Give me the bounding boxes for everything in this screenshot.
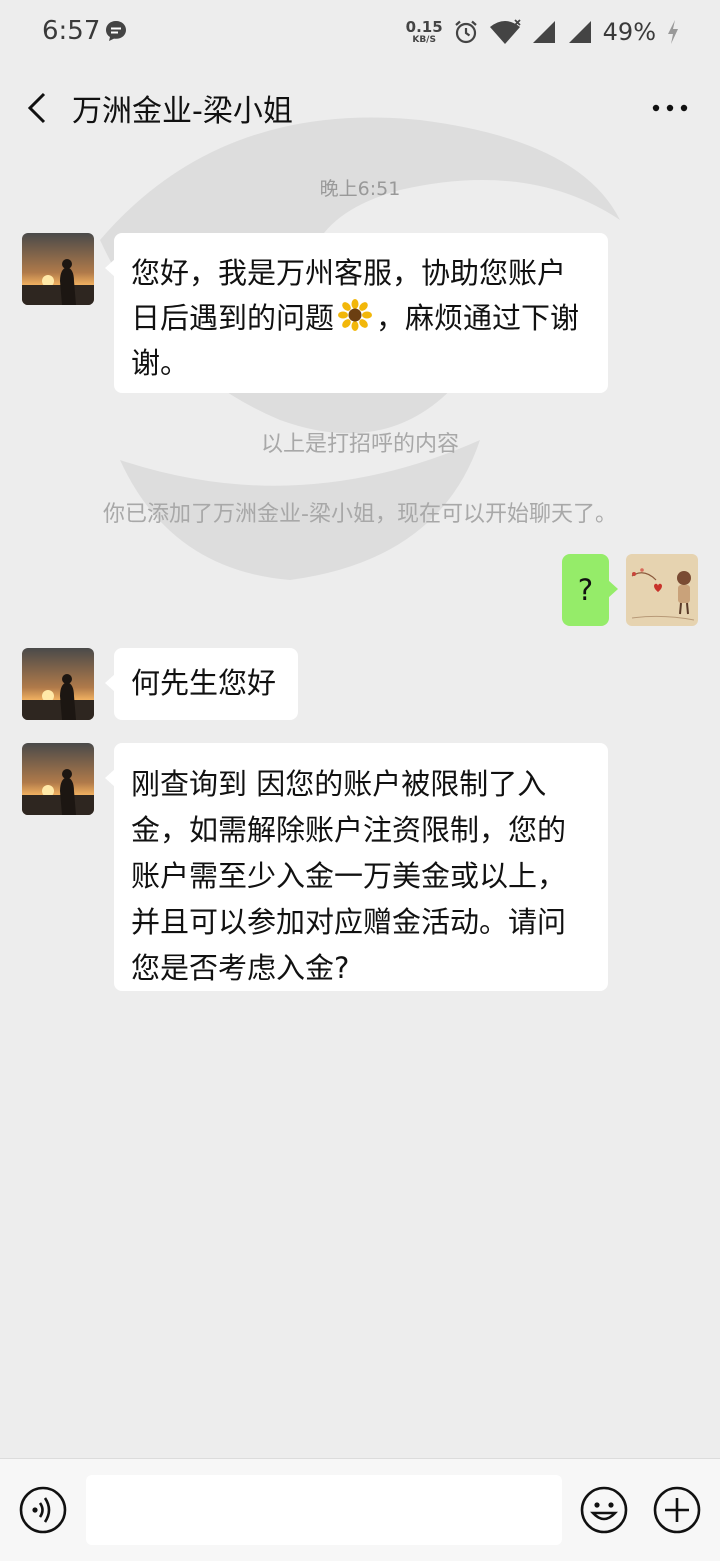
message-bubble-hello[interactable]: 何先生您好	[105, 648, 298, 720]
alarm-icon	[454, 20, 477, 44]
plus-icon[interactable]	[652, 1485, 702, 1535]
avatar[interactable]	[22, 233, 94, 305]
avatar[interactable]	[22, 648, 94, 720]
cartoon-avatar-icon	[626, 554, 698, 626]
sunset-avatar-icon	[22, 233, 94, 305]
time-divider: 晚上6:51	[319, 178, 401, 200]
net-speed: 0.15 KB/S	[405, 17, 443, 45]
message-bubble-sent[interactable]: ?	[562, 554, 618, 626]
sunset-avatar-icon	[22, 648, 94, 720]
sunset-avatar-icon	[22, 743, 94, 815]
battery-percent: 49%	[602, 18, 656, 46]
status-right-group: 0.15 KB/S 49%	[406, 14, 680, 50]
status-time: 6:57	[42, 16, 101, 46]
hello-text: 何先生您好	[131, 666, 277, 700]
long-message-text: 刚查询到 因您的账户被限制了入金，如需解除账户注资限制，您的账户需至少入金一万美…	[131, 767, 567, 985]
more-dots-icon[interactable]	[650, 94, 690, 122]
status-bar: 6:57 0.15 KB/S 49%	[0, 0, 720, 66]
sunflower-emoji-icon	[338, 299, 373, 331]
system-note-added: 你已添加了万洲金业-梁小姐，现在可以开始聊天了。	[103, 502, 617, 527]
system-note-greeting: 以上是打招呼的内容	[260, 432, 459, 457]
back-arrow-icon[interactable]	[20, 88, 54, 128]
message-bubble-long[interactable]: 刚查询到 因您的账户被限制了入金，如需解除账户注资限制，您的账户需至少入金一万美…	[105, 743, 608, 991]
chat-header: 万洲金业-梁小姐	[0, 66, 720, 150]
charging-bolt-icon	[668, 20, 678, 44]
net-speed-value: 0.15	[405, 17, 443, 36]
avatar[interactable]	[22, 743, 94, 815]
signal-icon	[568, 21, 591, 43]
voice-icon[interactable]	[18, 1485, 68, 1535]
wifi-icon	[489, 19, 521, 44]
my-avatar[interactable]	[626, 554, 698, 626]
net-speed-unit: KB/S	[412, 34, 436, 45]
message-input[interactable]	[86, 1475, 562, 1545]
input-bar	[0, 1458, 720, 1561]
message-bubble-greeting[interactable]: 您好，我是万州客服，协助您账户日后遇到的问题 ，麻烦通过下谢谢。	[105, 233, 608, 393]
chat-bubble-icon	[106, 21, 126, 41]
chat-title: 万洲金业-梁小姐	[72, 94, 293, 129]
sent-message-text: ?	[577, 573, 594, 607]
signal-icon	[532, 21, 555, 43]
emoji-icon[interactable]	[579, 1485, 629, 1535]
